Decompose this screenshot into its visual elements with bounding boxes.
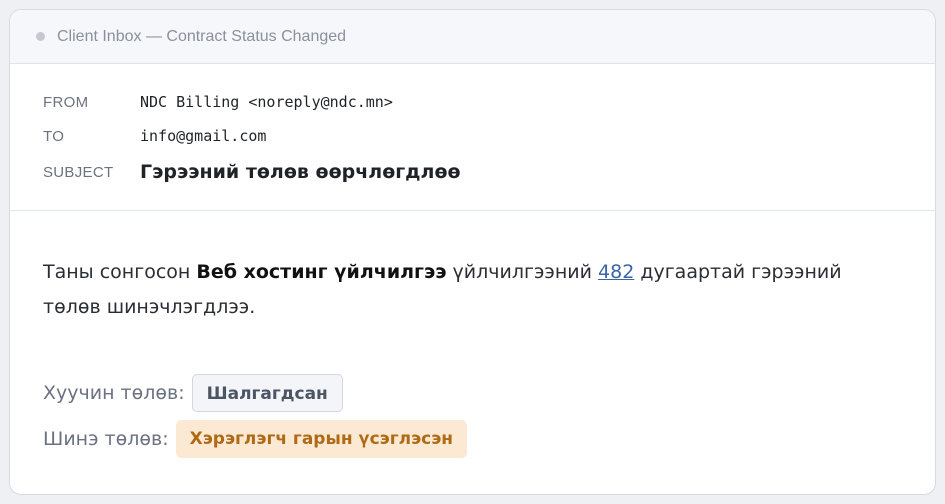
window-title: Client Inbox — Contract Status Changed — [57, 27, 347, 45]
old-status-label: Хуучин төлөв: — [43, 382, 185, 404]
contract-number-link[interactable]: 482 — [598, 261, 634, 283]
to-label: TO — [43, 127, 65, 145]
window-titlebar: Client Inbox — Contract Status Changed — [10, 10, 935, 64]
subject-label: SUBJECT — [43, 163, 114, 181]
new-status-badge: Хэрэглэгч гарын үсэглэсэн — [175, 420, 468, 458]
status-dot-icon — [36, 32, 45, 41]
email-body: Таны сонгосон Веб хостинг үйлчилгээ үйлч… — [10, 211, 935, 459]
message-paragraph: Таны сонгосон Веб хостинг үйлчилгээ үйлч… — [43, 255, 903, 325]
new-status-row: Шинэ төлөв: Хэрэглэгч гарын үсэглэсэн — [43, 419, 935, 459]
message-part2: үйлчилгээний — [446, 261, 599, 283]
to-row: TO info@gmail.com — [43, 125, 935, 147]
subject-value: Гэрээний төлөв өөрчлөгдлөө — [140, 161, 461, 183]
old-status-badge: Шалгагдсан — [191, 374, 343, 412]
subject-row: SUBJECT Гэрээний төлөв өөрчлөгдлөө — [43, 159, 935, 185]
from-value: NDC Billing <noreply@ndc.mn> — [140, 93, 393, 111]
old-status-row: Хуучин төлөв: Шалгагдсан — [43, 373, 935, 413]
from-label: FROM — [43, 93, 89, 111]
to-value: info@gmail.com — [140, 127, 267, 145]
service-name: Веб хостинг үйлчилгээ — [196, 261, 447, 283]
email-header: FROM NDC Billing <noreply@ndc.mn> TO inf… — [10, 64, 935, 211]
email-card: Client Inbox — Contract Status Changed F… — [9, 9, 936, 495]
message-part1: Таны сонгосон — [43, 261, 197, 283]
from-row: FROM NDC Billing <noreply@ndc.mn> — [43, 91, 935, 113]
new-status-label: Шинэ төлөв: — [43, 428, 169, 450]
